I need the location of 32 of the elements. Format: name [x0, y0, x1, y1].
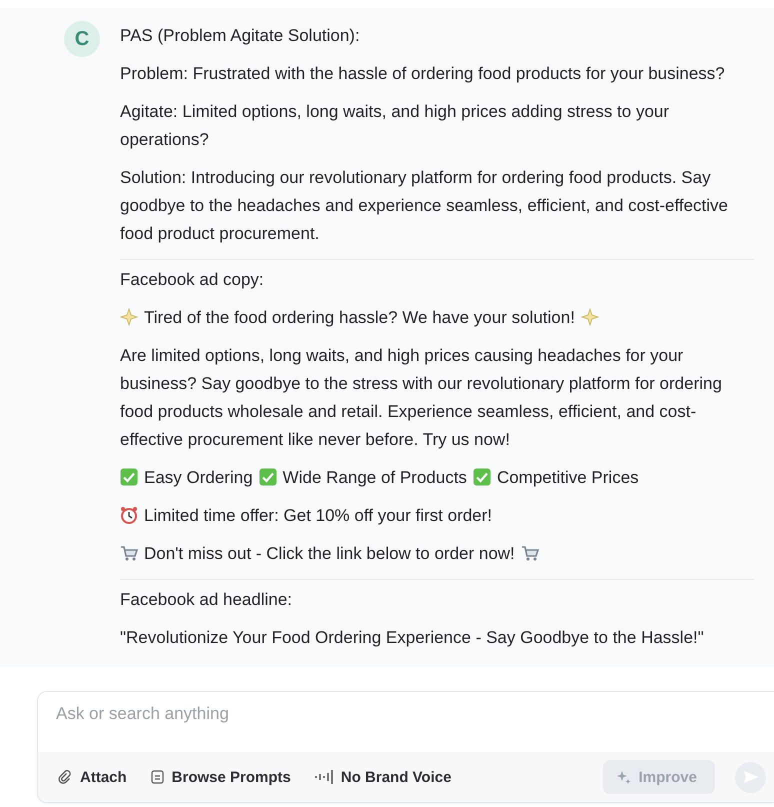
- alarm-clock-icon: [120, 506, 138, 524]
- message-text: Don't miss out - Click the link below to order now!: [144, 544, 515, 563]
- message-text: Wide Range of Products: [282, 468, 467, 487]
- sparkle-icon: [580, 308, 599, 326]
- toolbar-button[interactable]: No Brand Voice: [314, 768, 452, 786]
- sparkle-icon: [616, 770, 631, 784]
- message-text: Agitate: Limited options, long waits, and high prices adding stress to your operations?: [120, 102, 670, 149]
- sparkle-icon: [120, 308, 138, 326]
- section-heading: Facebook ad headline:: [120, 589, 294, 611]
- paperclip-icon: [58, 770, 72, 784]
- assistant-avatar: C: [64, 21, 100, 57]
- message-text: Tired of the food ordering hassle? We have your solution!: [144, 308, 575, 327]
- message-text: Solution: Introducing our revolutionary platform for ordering food products. Say goodbye to the headaches and experience seamless, efficient, and cost-effective food product procurement.: [120, 168, 728, 243]
- message-text: "Revolutionize Your Food Ordering Experience - Say Goodbye to the Hassle!": [120, 628, 704, 647]
- message-input[interactable]: Ask or search anything: [38, 692, 774, 752]
- shopping-cart-icon: [520, 544, 539, 562]
- text-input[interactable]: Ask or search anything: [56, 704, 756, 724]
- sound-wave-icon: [314, 769, 333, 785]
- section-heading: Facebook ad copy:: [120, 269, 265, 291]
- message-text: Are limited options, long waits, and high prices causing headaches for your business? Say goodbye to the stress with our revolutionary platform for ordering food products wholesale and retail. Experience seamless, efficient, and cost-effective procurement like never before. Try us now!: [120, 346, 722, 449]
- toolbar-button[interactable]: Browse Prompts: [150, 768, 291, 786]
- document-icon: [150, 770, 164, 784]
- message-text: Competitive Prices: [496, 468, 639, 487]
- checkmark-icon: [258, 468, 277, 486]
- message-text: Limited time offer: Get 10% off your first order!: [144, 506, 492, 525]
- toolbar-button[interactable]: Attach: [58, 768, 127, 786]
- section-heading: PAS (Problem Agitate Solution):: [120, 25, 361, 47]
- checkmark-icon: [120, 468, 138, 486]
- shopping-cart-icon: [120, 544, 138, 562]
- checkmark-icon: [472, 468, 491, 486]
- message-text: Problem: Frustrated with the hassle of ordering food products for your business?: [120, 64, 725, 83]
- message-text: Easy Ordering: [144, 468, 253, 487]
